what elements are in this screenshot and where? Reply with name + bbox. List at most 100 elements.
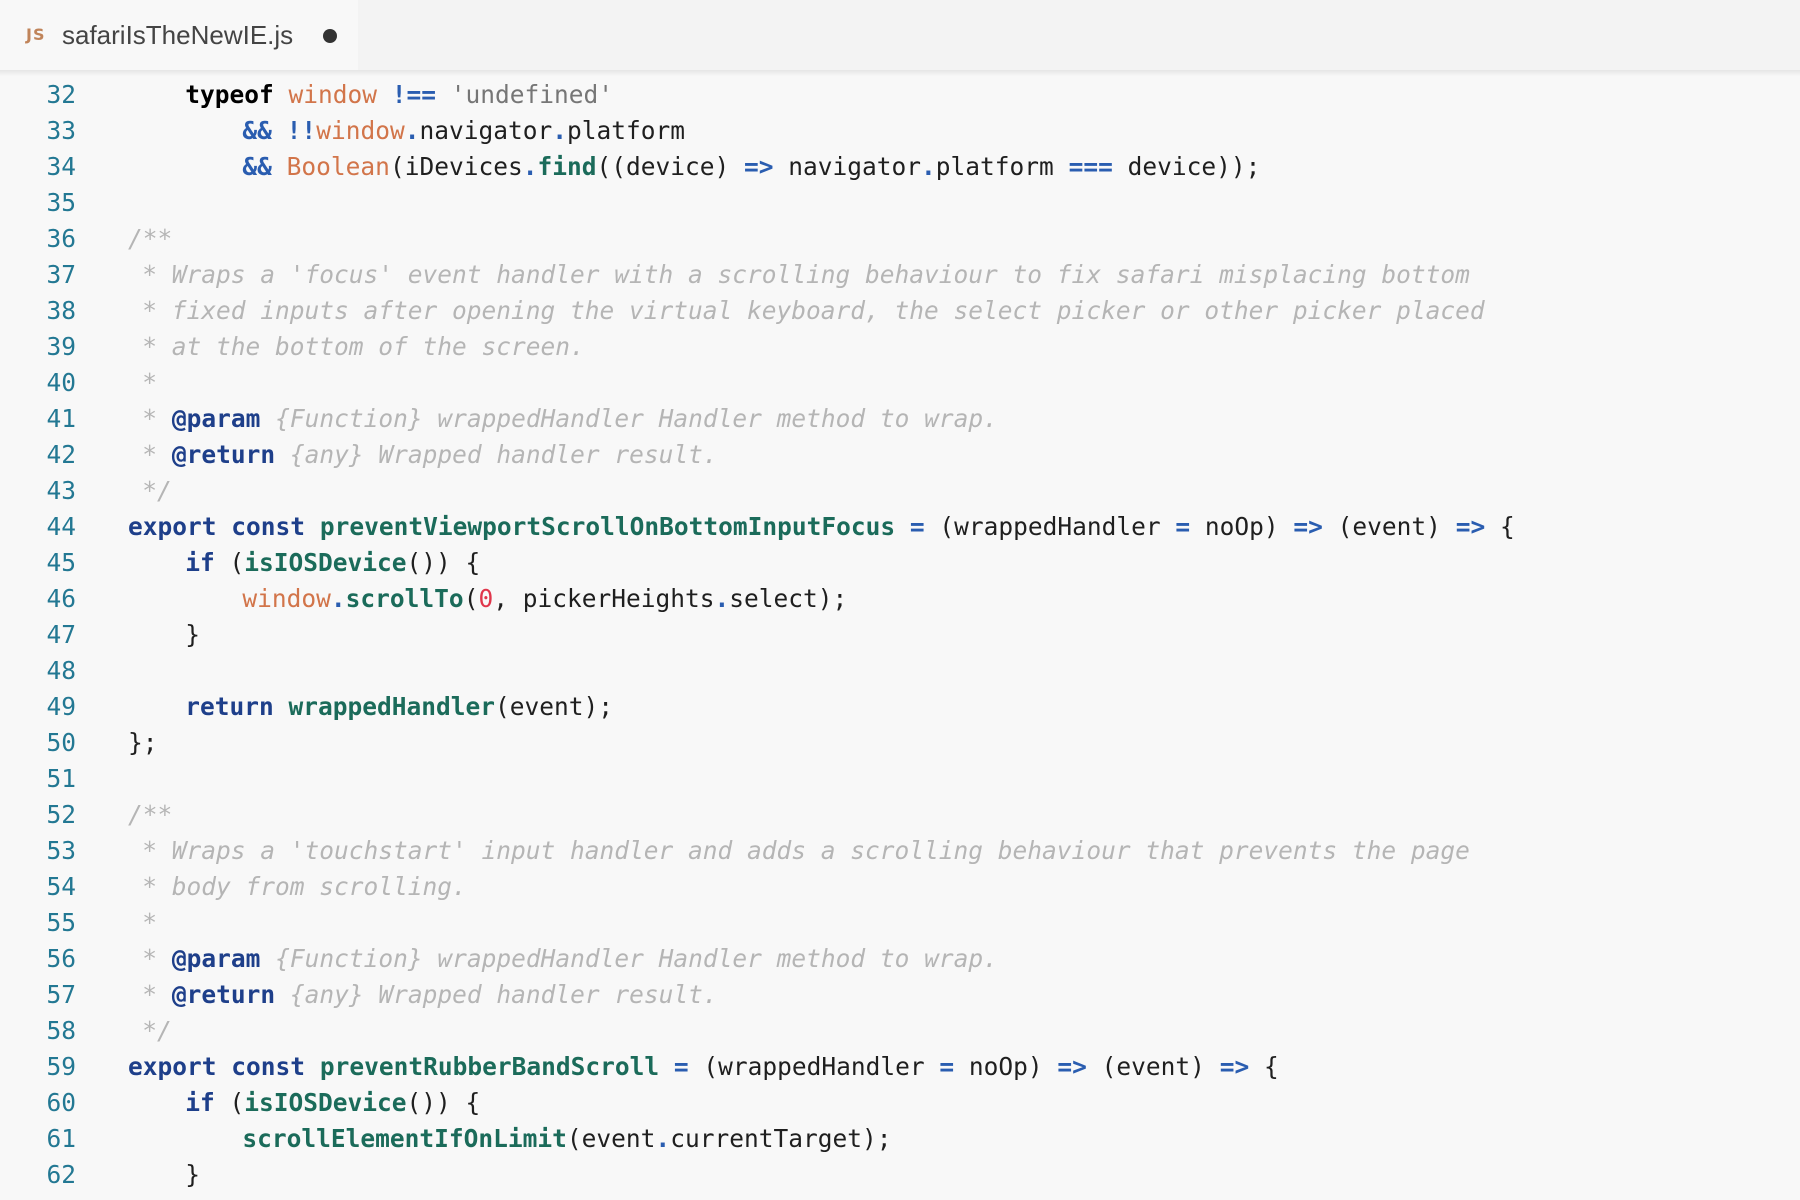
code-text: } [185, 617, 200, 653]
code-token: !! [286, 116, 317, 145]
code-token: => [1455, 512, 1486, 541]
code-token: const [231, 512, 306, 541]
code-line[interactable]: 48 [0, 653, 1800, 689]
code-line[interactable]: 52 /** [0, 797, 1800, 833]
code-line[interactable]: 57 * @return {any} Wrapped handler result… [0, 977, 1800, 1013]
code-token: noOp) [954, 1052, 1058, 1081]
code-line[interactable]: 53 * Wraps a 'touchstart' input handler a… [0, 833, 1800, 869]
code-token: . [522, 152, 538, 181]
code-line[interactable]: 56 * @param {Function} wrappedHandler Han… [0, 941, 1800, 977]
code-line[interactable]: 58 */ [0, 1013, 1800, 1049]
code-line[interactable]: 37 * Wraps a 'focus' event handler with a… [0, 257, 1800, 293]
code-line[interactable]: 61 scrollElementIfOnLimit(event.currentTa… [0, 1121, 1800, 1157]
line-number: 32 [46, 80, 76, 109]
line-number: 39 [46, 332, 76, 361]
line-number: 51 [46, 764, 76, 793]
code-token: => [1057, 1052, 1087, 1081]
code-token: scrollTo [345, 584, 464, 613]
code-line[interactable]: 34 && Boolean(iDevices.find((device) => n… [0, 149, 1800, 185]
code-token: . [330, 584, 346, 613]
code-line[interactable]: 47} [0, 617, 1800, 653]
line-number: 46 [46, 584, 76, 613]
code-text: && !!window.navigator.platform [242, 113, 685, 149]
line-number: 61 [46, 1124, 76, 1153]
code-token: window [288, 80, 377, 109]
code-line[interactable]: 55 * [0, 905, 1800, 941]
code-token: !== [391, 80, 437, 109]
code-line[interactable]: 35 [0, 185, 1800, 221]
code-line[interactable]: 39 * at the bottom of the screen. [0, 329, 1800, 365]
code-line[interactable]: 43 */ [0, 473, 1800, 509]
code-line[interactable]: 38 * fixed inputs after opening the virtu… [0, 293, 1800, 329]
code-line[interactable]: 33 && !!window.navigator.platform [0, 113, 1800, 149]
code-token: if [185, 548, 215, 577]
code-token: currentTarget); [670, 1124, 892, 1153]
code-token: * [142, 908, 158, 937]
code-token: platform [567, 116, 686, 145]
code-line[interactable]: 50}; [0, 725, 1800, 761]
code-line[interactable]: 44 export const preventViewportScrollOnBo… [0, 509, 1800, 545]
code-token: wrappedHandler Handler method to wrap. [422, 944, 998, 973]
code-token: => [744, 152, 774, 181]
code-text: * Wraps a 'focus' event handler with a s… [142, 257, 1470, 293]
line-number: 45 [46, 548, 76, 577]
code-text: }; [128, 725, 158, 761]
code-line[interactable]: 54 * body from scrolling. [0, 869, 1800, 905]
code-token: Wrapped handler result. [363, 440, 718, 469]
code-text: && Boolean(iDevices.find((device) => nav… [242, 149, 1260, 185]
code-token: && [242, 152, 272, 181]
code-text: if (isIOSDevice()) { [185, 545, 480, 581]
code-text: if (isIOSDevice()) { [185, 1085, 480, 1121]
code-text: /** [128, 221, 172, 257]
code-token: select); [729, 584, 848, 613]
code-token: ( [214, 1088, 245, 1117]
code-line[interactable]: 51 [0, 761, 1800, 797]
code-token: , pickerHeights [493, 584, 715, 613]
line-number: 62 [46, 1160, 76, 1189]
code-line[interactable]: 32 typeof window !== 'undefined' [0, 77, 1800, 113]
code-token: ( [463, 584, 479, 613]
unsaved-changes-dot-icon[interactable] [323, 29, 337, 43]
line-number: 59 [46, 1052, 76, 1081]
code-line[interactable]: 42 * @return {any} Wrapped handler result… [0, 437, 1800, 473]
code-token: 0 [478, 584, 494, 613]
code-token: * Wraps a 'touchstart' input handler and… [142, 836, 1470, 865]
code-line[interactable]: 59 export const preventRubberBandScroll =… [0, 1049, 1800, 1085]
code-line[interactable]: 49 return wrappedHandler(event); [0, 689, 1800, 725]
code-text: typeof window !== 'undefined' [185, 77, 613, 113]
code-line[interactable]: 45 if (isIOSDevice()) { [0, 545, 1800, 581]
code-token: (iDevices [389, 152, 523, 181]
code-line[interactable]: 46 window.scrollTo(0, pickerHeights.selec… [0, 581, 1800, 617]
code-token: (wrappedHandler [688, 1052, 940, 1081]
code-token: => [1293, 512, 1323, 541]
code-line[interactable]: 40 * [0, 365, 1800, 401]
code-token: /** [128, 800, 173, 829]
code-token: { [1485, 512, 1515, 541]
code-token: (event [566, 1124, 656, 1153]
code-token: === [1068, 152, 1113, 181]
code-text: * @return {any} Wrapped handler result. [142, 977, 717, 1013]
tab-safariIsTheNewIE[interactable]: JS safariIsTheNewIE.js [0, 0, 358, 71]
code-text: * @return {any} Wrapped handler result. [142, 437, 717, 473]
code-text: export const preventRubberBandScroll = (… [128, 1049, 1279, 1085]
code-line[interactable]: 41 * @param {Function} wrappedHandler Han… [0, 401, 1800, 437]
code-line[interactable]: 36 /** [0, 221, 1800, 257]
code-token: return [185, 692, 274, 721]
line-number: 52 [46, 800, 76, 829]
code-token: navigator [773, 152, 922, 181]
code-line[interactable]: 60 if (isIOSDevice()) { [0, 1085, 1800, 1121]
code-editor[interactable]: 32 typeof window !== 'undefined' 33 && !!wi… [0, 70, 1800, 1200]
line-number: 60 [46, 1088, 76, 1117]
code-text: /** [128, 797, 172, 833]
code-text: scrollElementIfOnLimit(event.currentTarg… [242, 1121, 891, 1157]
code-line[interactable]: 62} [0, 1157, 1800, 1193]
